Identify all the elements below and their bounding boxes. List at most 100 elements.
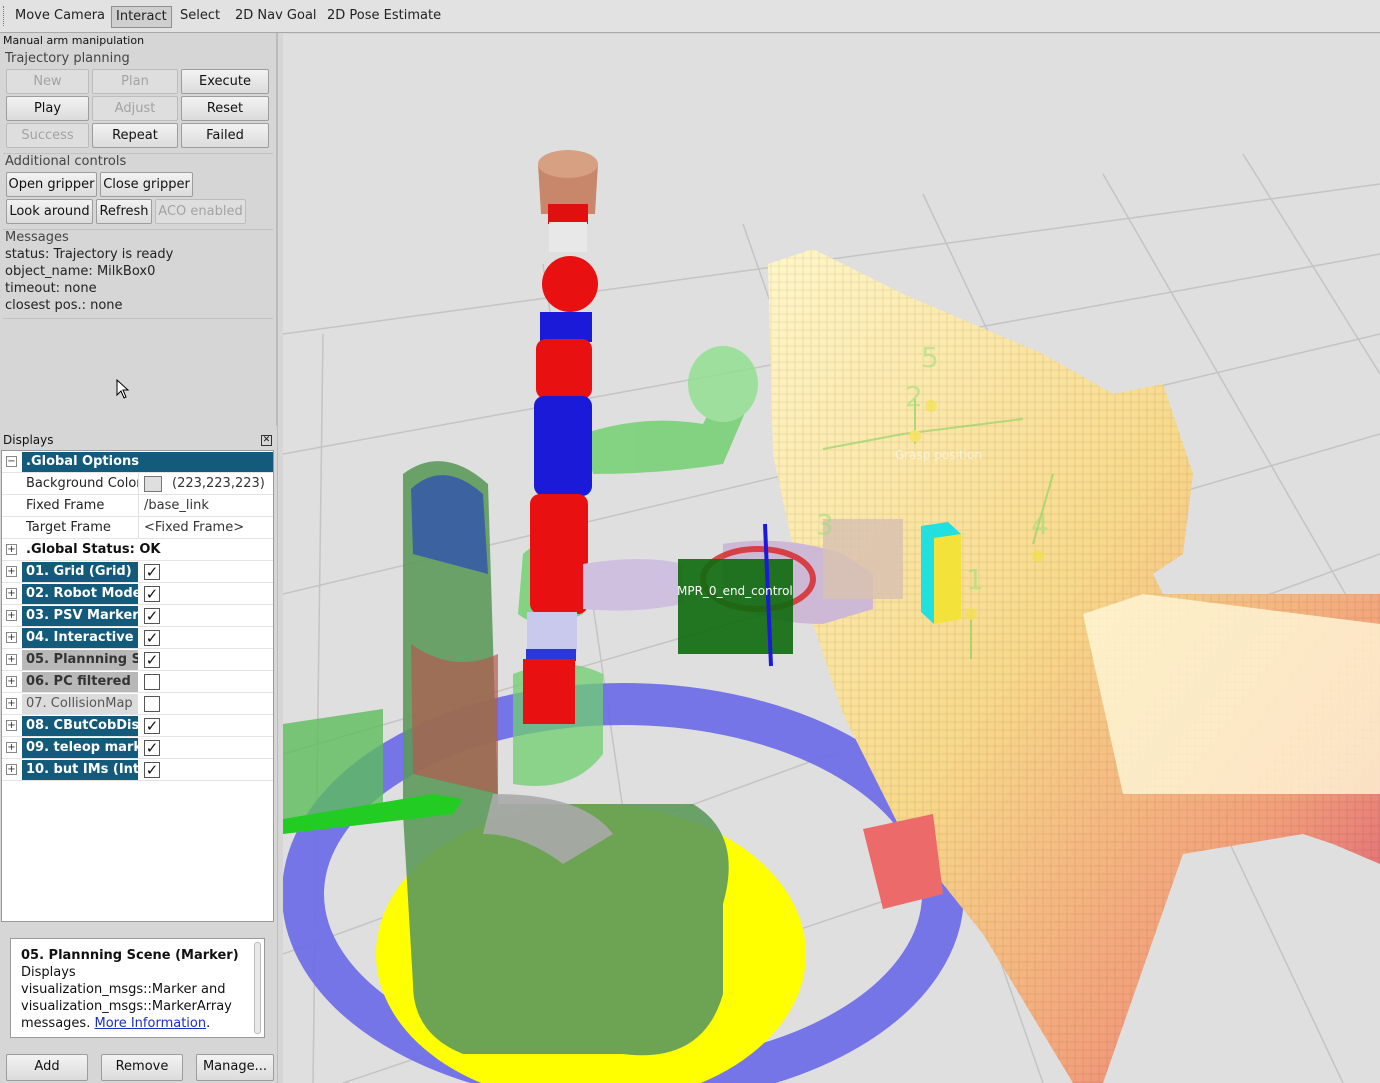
tree-row-display[interactable]: +04. Interactive ✓ — [2, 627, 273, 649]
global-status-label[interactable]: .Global Status: OK — [22, 540, 262, 560]
tree-row-display[interactable]: +06. PC filtered — [2, 671, 273, 693]
tree-row-display[interactable]: +03. PSV Markers ✓ — [2, 605, 273, 627]
plan-button[interactable]: Plan — [92, 69, 178, 94]
display-name[interactable]: 09. teleop markers — [22, 738, 138, 758]
enable-checkbox[interactable]: ✓ — [144, 718, 160, 734]
new-button[interactable]: New — [6, 69, 89, 94]
enable-checkbox[interactable]: ✓ — [144, 608, 160, 624]
target-object[interactable] — [921, 522, 961, 624]
tree-row-fixed-frame[interactable]: Fixed Frame /base_link — [2, 495, 273, 517]
enable-checkbox[interactable] — [144, 674, 160, 690]
adjust-button[interactable]: Adjust — [92, 96, 178, 121]
tree-row-background-color[interactable]: Background Color (223,223,223) — [2, 473, 273, 495]
svg-text:4: 4 — [1031, 508, 1049, 541]
display-description: 05. Plannning Scene (Marker) Displays vi… — [10, 938, 265, 1038]
enable-checkbox[interactable]: ✓ — [144, 564, 160, 580]
expand-icon[interactable]: + — [6, 610, 17, 621]
display-name[interactable]: 07. CollisionMap — [22, 694, 138, 714]
manage-displays-button[interactable]: Manage... — [196, 1054, 274, 1081]
mouse-cursor-icon — [116, 379, 130, 399]
svg-text:1: 1 — [966, 563, 984, 596]
tree-row-global-status[interactable]: + .Global Status: OK — [2, 539, 273, 561]
tool-move-camera[interactable]: Move Camera — [11, 6, 109, 28]
obstacle-box — [863, 814, 943, 909]
aco-enabled-button[interactable]: ACO enabled — [155, 199, 246, 224]
tree-row-display[interactable]: +01. Grid (Grid) ✓ — [2, 561, 273, 583]
enable-checkbox[interactable]: ✓ — [144, 630, 160, 646]
expand-icon[interactable]: + — [6, 654, 17, 665]
enable-checkbox[interactable]: ✓ — [144, 652, 160, 668]
svg-text:3: 3 — [816, 508, 834, 541]
tree-row-display[interactable]: +02. Robot Model ✓ — [2, 583, 273, 605]
tool-2d-nav-goal[interactable]: 2D Nav Goal — [231, 6, 321, 28]
description-scrollbar[interactable] — [254, 942, 261, 1034]
displays-tree[interactable]: − .Global Options Background Color (223,… — [1, 450, 274, 922]
tool-select[interactable]: Select — [176, 6, 224, 28]
refresh-button[interactable]: Refresh — [96, 199, 152, 224]
property-value[interactable]: <Fixed Frame> — [144, 517, 244, 538]
enable-checkbox[interactable]: ✓ — [144, 740, 160, 756]
tool-2d-pose-estimate[interactable]: 2D Pose Estimate — [323, 6, 445, 28]
toolbar-grip[interactable] — [3, 6, 6, 26]
displays-title: Displays — [3, 433, 54, 447]
display-name[interactable]: 02. Robot Model — [22, 584, 138, 604]
enable-checkbox[interactable] — [144, 696, 160, 712]
repeat-button[interactable]: Repeat — [92, 123, 178, 148]
failed-button[interactable]: Failed — [181, 123, 269, 148]
expand-icon[interactable]: + — [6, 676, 17, 687]
close-icon[interactable]: ✕ — [261, 435, 272, 446]
display-name[interactable]: 04. Interactive — [22, 628, 138, 648]
execute-button[interactable]: Execute — [181, 69, 269, 94]
play-button[interactable]: Play — [6, 96, 89, 121]
color-swatch[interactable] — [144, 476, 162, 492]
look-around-button[interactable]: Look around — [6, 199, 93, 224]
tree-row-target-frame[interactable]: Target Frame <Fixed Frame> — [2, 517, 273, 539]
collapse-icon[interactable]: − — [6, 456, 17, 467]
enable-checkbox[interactable]: ✓ — [144, 762, 160, 778]
tree-row-display[interactable]: +07. CollisionMap — [2, 693, 273, 715]
reset-button[interactable]: Reset — [181, 96, 269, 121]
property-value[interactable]: (223,223,223) — [172, 473, 265, 494]
global-options-label[interactable]: .Global Options — [22, 452, 273, 472]
additional-controls-title: Additional controls — [5, 154, 127, 169]
expand-icon[interactable]: + — [6, 544, 17, 555]
tool-interact[interactable]: Interact — [111, 6, 172, 28]
display-name[interactable]: 10. but IMs (Interactive) — [22, 760, 138, 780]
tree-row-display[interactable]: +10. but IMs (Interactive) ✓ — [2, 759, 273, 781]
property-value[interactable]: /base_link — [144, 495, 209, 516]
property-name: Fixed Frame — [26, 495, 139, 516]
add-display-button[interactable]: Add — [6, 1054, 88, 1081]
display-name[interactable]: 03. PSV Markers — [22, 606, 138, 626]
scene-render[interactable]: MPR_0_end_control 5 2 3 4 1 Grasp positi… — [283, 34, 1380, 1083]
separator — [3, 318, 273, 319]
message-object-name: object_name: MilkBox0 — [5, 264, 156, 279]
expand-icon[interactable]: + — [6, 742, 17, 753]
point-cloud — [768, 249, 1380, 1083]
3d-render-viewport[interactable]: MPR_0_end_control 5 2 3 4 1 Grasp positi… — [283, 34, 1380, 1083]
tree-row-display[interactable]: +08. CButCobDisplay ✓ — [2, 715, 273, 737]
expand-icon[interactable]: + — [6, 566, 17, 577]
trajectory-planning-title: Trajectory planning — [5, 51, 130, 66]
display-name[interactable]: 06. PC filtered — [22, 672, 138, 692]
message-closest-pos: closest pos.: none — [5, 298, 123, 313]
expand-icon[interactable]: + — [6, 588, 17, 599]
tree-row-display[interactable]: +09. teleop markers ✓ — [2, 737, 273, 759]
remove-display-button[interactable]: Remove — [101, 1054, 183, 1081]
expand-icon[interactable]: + — [6, 764, 17, 775]
property-name: Background Color — [26, 473, 139, 494]
tree-row-global-options[interactable]: − .Global Options — [2, 451, 273, 473]
expand-icon[interactable]: + — [6, 632, 17, 643]
open-gripper-button[interactable]: Open gripper — [6, 172, 97, 197]
display-name[interactable]: 08. CButCobDisplay — [22, 716, 138, 736]
more-information-link[interactable]: More Information — [94, 1016, 206, 1031]
expand-icon[interactable]: + — [6, 698, 17, 709]
expand-icon[interactable]: + — [6, 720, 17, 731]
success-button[interactable]: Success — [6, 123, 89, 148]
svg-text:Grasp position: Grasp position — [895, 448, 982, 462]
enable-checkbox[interactable]: ✓ — [144, 586, 160, 602]
display-name[interactable]: 05. Plannning Scene — [22, 650, 138, 670]
display-name[interactable]: 01. Grid (Grid) — [22, 562, 138, 582]
close-gripper-button[interactable]: Close gripper — [100, 172, 193, 197]
tree-row-display[interactable]: +05. Plannning Scene ✓ — [2, 649, 273, 671]
property-name: Target Frame — [26, 517, 139, 538]
